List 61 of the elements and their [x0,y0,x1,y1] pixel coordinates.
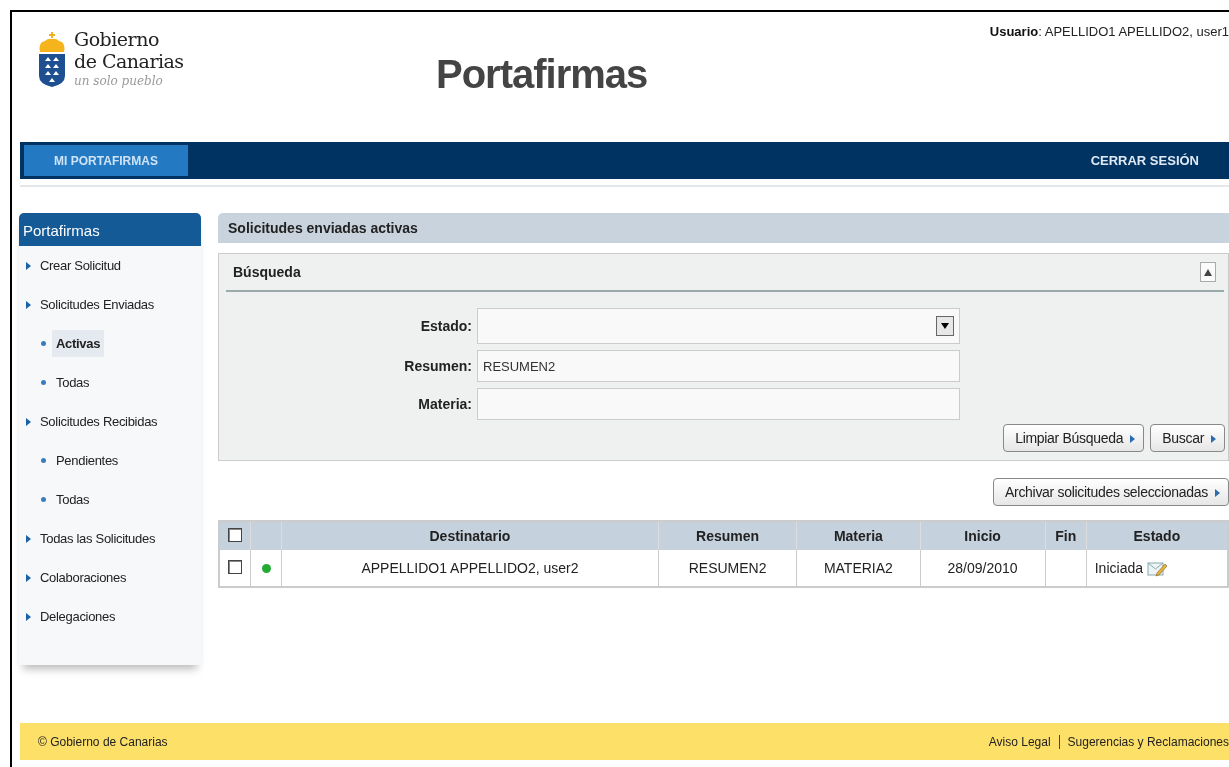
sidebar-item[interactable]: Colaboraciones [36,564,131,591]
chevron-icon [1211,435,1216,444]
chevron-icon [26,417,31,426]
logo-name: Gobierno [74,28,160,50]
sidebar-item[interactable]: Todas [52,369,94,396]
chevron-icon [26,300,31,309]
sidebar-item[interactable]: Solicitudes Enviadas [36,291,158,318]
chevron-icon [1130,435,1136,444]
footer-link[interactable]: Aviso Legal [988,734,1051,749]
checkbox[interactable] [228,527,242,542]
column-header: Fin [1045,521,1087,550]
collapse-button[interactable] [1200,262,1216,282]
coat-of-arms-icon [36,32,68,88]
chevron-icon [1215,489,1220,498]
checkbox[interactable] [228,559,242,574]
field-label: Resumen: [403,358,472,374]
bullet-icon [41,380,46,385]
column-header: Destinatario [281,521,659,550]
sidebar-title: Portafirmas [19,213,201,246]
text-field[interactable]: RESUMEN2 [477,350,960,382]
table-cell: RESUMEN2 [688,560,767,576]
field-label: Materia: [417,396,472,412]
chevron-icon [26,534,31,543]
table-cell: 28/09/2010 [947,560,1018,576]
footer-link[interactable]: Sugerencias y Reclamaciones [1067,734,1229,749]
text-field[interactable] [477,388,960,420]
sidebar-item[interactable]: Todas las Solicitudes [36,525,160,552]
archive-button[interactable]: Archivar solicitudes seleccionadas [993,478,1229,506]
sidebar-item[interactable]: Delegaciones [36,603,120,630]
sidebar-item[interactable]: Todas [52,486,94,513]
panel-title: Búsqueda [233,264,301,280]
column-header: Resumen [658,521,797,550]
up-arrow-icon [1204,268,1212,276]
column-header: Materia [796,521,920,550]
chevron-icon [26,573,31,582]
logout-link[interactable]: CERRAR SESIÓN [1060,142,1229,179]
bullet-icon [41,341,46,346]
sidebar-item[interactable]: Solicitudes Recibidas [36,408,162,435]
table-cell: APPELLIDO1 APPELLIDO2, user2 [361,560,579,576]
table-cell: MATERIA2 [823,560,893,576]
section-heading: Solicitudes enviadas activas [218,213,1229,243]
dropdown-field[interactable] [477,308,960,344]
bullet-icon [41,497,46,502]
sidebar-item[interactable]: Activas [52,330,105,357]
sidebar-item[interactable]: Pendientes [52,447,123,474]
action-button[interactable]: Limpiar Búsqueda [1003,424,1145,452]
sidebar-item[interactable]: Crear Solicitud [36,252,125,279]
app-title: Portafirmas [436,52,648,97]
chevron-icon [26,261,31,270]
column-header: Inicio [920,521,1046,550]
bullet-icon [41,458,46,463]
copyright-text: © Gobierno de Canarias [38,734,168,749]
column-header: Estado [1086,521,1228,550]
table-cell: Iniciada [1094,560,1143,576]
field-label: Estado: [419,318,472,334]
logo-name: de Canarias [74,50,184,72]
chevron-icon [26,612,31,621]
action-button[interactable]: Buscar [1150,424,1225,452]
envelope-pencil-icon [1147,559,1167,577]
logo-tagline: un solo pueblo [74,74,164,88]
user-info: Usuario: APELLIDO1 APELLIDO2, user1 [989,24,1229,39]
